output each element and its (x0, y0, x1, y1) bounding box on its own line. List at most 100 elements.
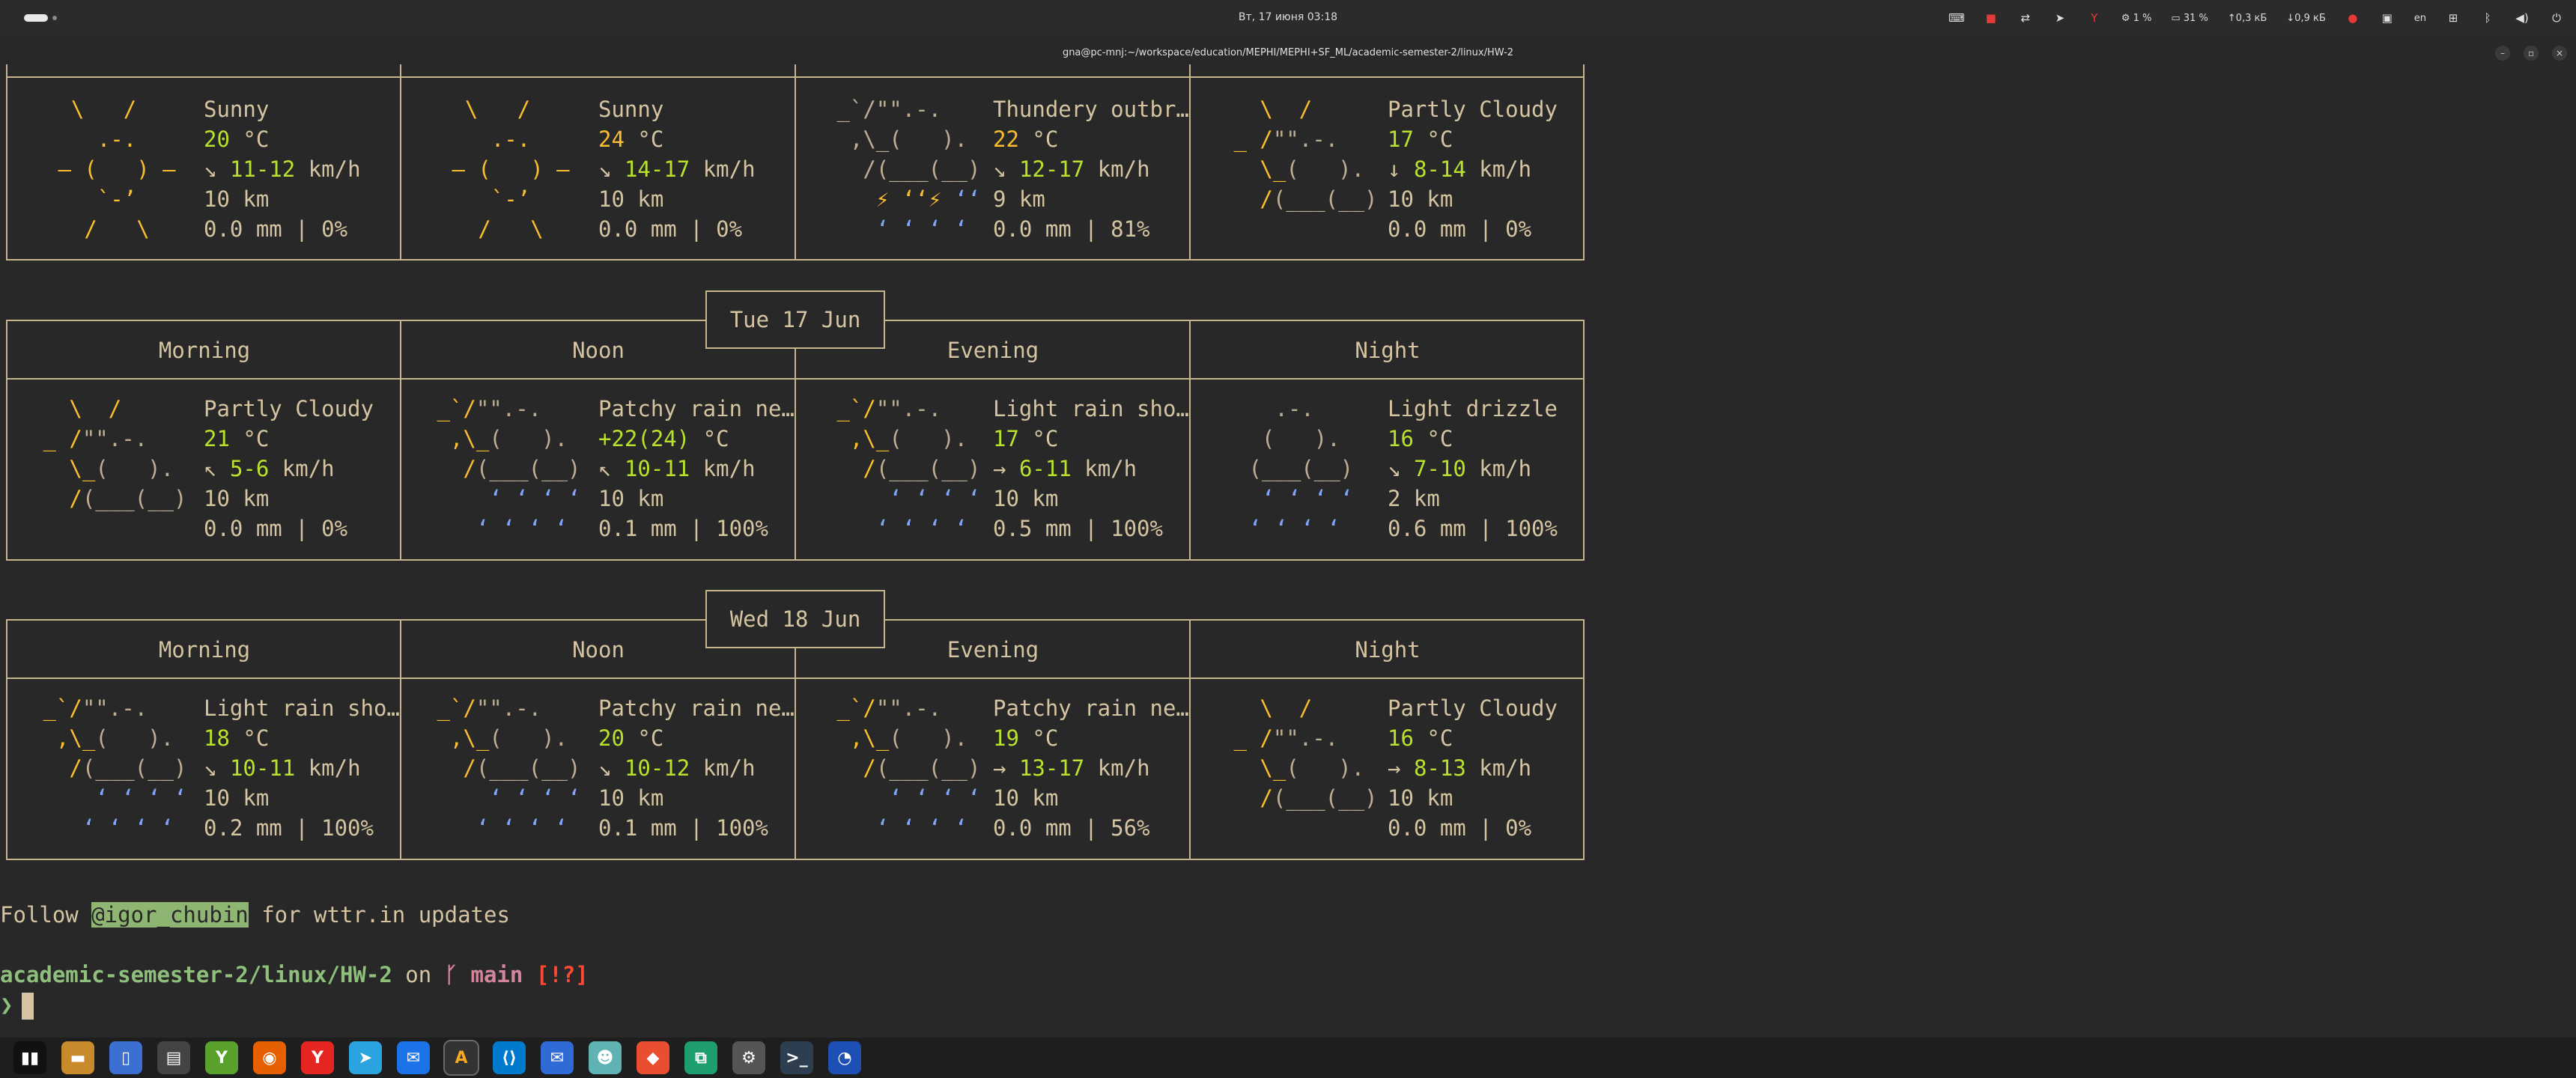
visibility: 10 km (204, 186, 270, 212)
explorer-icon[interactable]: ▤ (157, 1041, 190, 1074)
temp-value: 24 (598, 127, 625, 152)
terminal-content[interactable]: \ / .-. ― ( ) ― `-’ / \ \ / .-. ― ( ) ― … (0, 64, 2576, 1038)
wind-arrow-icon: ↘ (993, 156, 1006, 182)
precipitation: 0.0 mm | 81% (993, 216, 1150, 242)
temp-unit: °C (1427, 127, 1453, 152)
keyboard-icon[interactable]: ⌨ (1948, 10, 1965, 25)
temp-value: 21 (204, 426, 230, 451)
volume-icon[interactable]: ◀) (2515, 10, 2530, 25)
clock-datetime[interactable]: Вт, 17 июня 03:18 (1239, 11, 1337, 23)
wind-unit: km/h (702, 456, 756, 481)
condition-text: Partly Cloudy (204, 396, 374, 421)
wind-arrow-icon: ↘ (598, 755, 612, 781)
menu-icon[interactable]: ▮▮ (13, 1041, 46, 1074)
visibility: 10 km (204, 486, 270, 511)
net-down[interactable]: ↓0,9 кБ (2286, 13, 2325, 24)
vscode-icon[interactable]: ⟨⟩ (493, 1041, 526, 1074)
yandex-tray-icon[interactable]: Y (2087, 10, 2102, 25)
twitter-handle-link[interactable]: @igor_chubin (91, 902, 249, 928)
clock-icon[interactable]: ◔ (828, 1041, 861, 1074)
telegram-tray-icon[interactable]: ➤ (2053, 10, 2068, 25)
wired-network-icon[interactable]: ⊞ (2446, 10, 2461, 25)
temp-value: 16 (1388, 426, 1414, 451)
temp-unit: °C (1032, 725, 1059, 751)
wind-unit: km/h (1097, 156, 1150, 182)
power-icon[interactable]: ⏻ (2549, 10, 2564, 25)
clipboard-icon[interactable]: ▣ (2380, 10, 2395, 25)
wind-value: 8-14 (1413, 156, 1466, 182)
console-icon[interactable]: >_ (780, 1041, 813, 1074)
phone-icon[interactable]: ▯ (109, 1041, 142, 1074)
keyboard-layout[interactable]: en (2414, 13, 2426, 24)
yandex-browser-icon[interactable]: Y (301, 1041, 334, 1074)
bluetooth-icon[interactable]: ᛒ (2480, 10, 2495, 25)
period-morning: Morning (158, 338, 251, 363)
wind-arrow-icon: ↖ (204, 456, 217, 481)
steam-icon[interactable]: ⚙ (732, 1041, 765, 1074)
cat-icon[interactable]: ☻ (589, 1041, 622, 1074)
condition-text: Sunny (598, 97, 664, 122)
close-button[interactable]: × (2552, 46, 2567, 61)
wind-value: 10-11 (229, 755, 296, 781)
wind-value: 6-11 (1018, 456, 1072, 481)
wind-unit: km/h (702, 156, 756, 182)
thunderbird-icon[interactable]: ✉ (397, 1041, 430, 1074)
visibility: 10 km (1388, 785, 1453, 811)
screen-record-icon[interactable]: ■ (1984, 10, 1999, 25)
firefox-icon[interactable]: ◉ (253, 1041, 286, 1074)
command-line[interactable]: ❯ (0, 990, 34, 1020)
wind-value: 7-10 (1413, 456, 1466, 481)
office-icon[interactable]: ⧉ (684, 1041, 717, 1074)
precipitation: 0.0 mm | 56% (993, 815, 1150, 841)
activities-button[interactable] (24, 14, 48, 22)
git-branch-icon: ᚴ (444, 962, 471, 987)
mem-usage[interactable]: ▭ 31 % (2171, 13, 2208, 24)
wind-unit: km/h (1479, 456, 1532, 481)
light-rain-art: _`/"".-. ,\_( ). /(___(__) ‘ ‘ ‘ ‘ ‘ ‘ ‘… (824, 396, 981, 541)
wind-unit: km/h (1084, 456, 1137, 481)
net-up[interactable]: ↑0,3 кБ (2228, 13, 2267, 24)
wind-arrow-icon: ↘ (598, 156, 612, 182)
wind-arrow-icon: ↘ (204, 156, 217, 182)
network-icon[interactable]: ⇄ (2018, 10, 2033, 25)
wind-arrow-icon: ↖ (598, 456, 612, 481)
text-cursor[interactable] (22, 993, 34, 1020)
sun-art: \ / .-. ― ( ) ― `-’ / \ (58, 97, 176, 242)
window-title: gna@pc-mnj:~/workspace/education/MEPHI/M… (1062, 47, 1514, 58)
thunder-art: _`/"".-. ,\_( ). /(___(__) ⚡ ‘‘⚡ ‘‘ ‘ ‘ … (824, 97, 981, 242)
condition-text: Patchy rain ne… (598, 695, 795, 721)
minimize-button[interactable]: – (2495, 46, 2510, 61)
drizzle-art: .-. ( ). (___(__) ‘ ‘ ‘ ‘ ‘ ‘ ‘ ‘ (1236, 396, 1354, 541)
condition-text: Light rain sho… (993, 396, 1189, 421)
wind-arrow-icon: → (993, 456, 1006, 481)
condition-text: Patchy rain ne… (598, 396, 795, 421)
cpu-usage[interactable]: ⚙ 1 % (2121, 13, 2152, 24)
mail-icon[interactable]: ✉ (541, 1041, 574, 1074)
condition-text: Partly Cloudy (1388, 695, 1558, 721)
wind-arrow-icon: ↓ (1388, 156, 1401, 182)
condition-text: Partly Cloudy (1388, 97, 1558, 122)
temp-value: 20 (204, 127, 230, 152)
period-night: Night (1355, 637, 1421, 663)
taskbar-dock: ▮▮ ▬ ▯ ▤ Y ◉ Y ➤ ✉ A ⟨⟩ ✉ ☻ ◆ ⧉ ⚙ >_ ◔ (0, 1038, 2576, 1078)
record-dot-icon[interactable]: ● (2345, 10, 2360, 25)
telegram-icon[interactable]: ➤ (349, 1041, 382, 1074)
visibility: 10 km (993, 785, 1059, 811)
wind-unit: km/h (308, 755, 361, 781)
terminal-alacritty-icon[interactable]: A (443, 1040, 479, 1076)
visibility: 10 km (1388, 186, 1453, 212)
temp-unit: °C (1427, 426, 1453, 451)
patchy-rain-art: _`/"".-. ,\_( ). /(___(__) ‘ ‘ ‘ ‘ ‘ ‘ ‘… (424, 396, 581, 541)
cpu-value: 1 % (2133, 12, 2152, 24)
git-icon[interactable]: ◆ (637, 1041, 669, 1074)
precipitation: 0.6 mm | 100% (1388, 516, 1558, 541)
temp-value: 17 (1388, 127, 1414, 152)
visibility: 10 km (598, 486, 664, 511)
temp-unit: °C (1427, 725, 1453, 751)
yandex-disk-icon[interactable]: Y (205, 1041, 238, 1074)
maximize-button[interactable]: ▫ (2524, 46, 2539, 61)
files-icon[interactable]: ▬ (61, 1041, 94, 1074)
workspace-indicator[interactable] (52, 16, 57, 20)
visibility: 10 km (598, 785, 664, 811)
period-evening: Evening (947, 338, 1039, 363)
